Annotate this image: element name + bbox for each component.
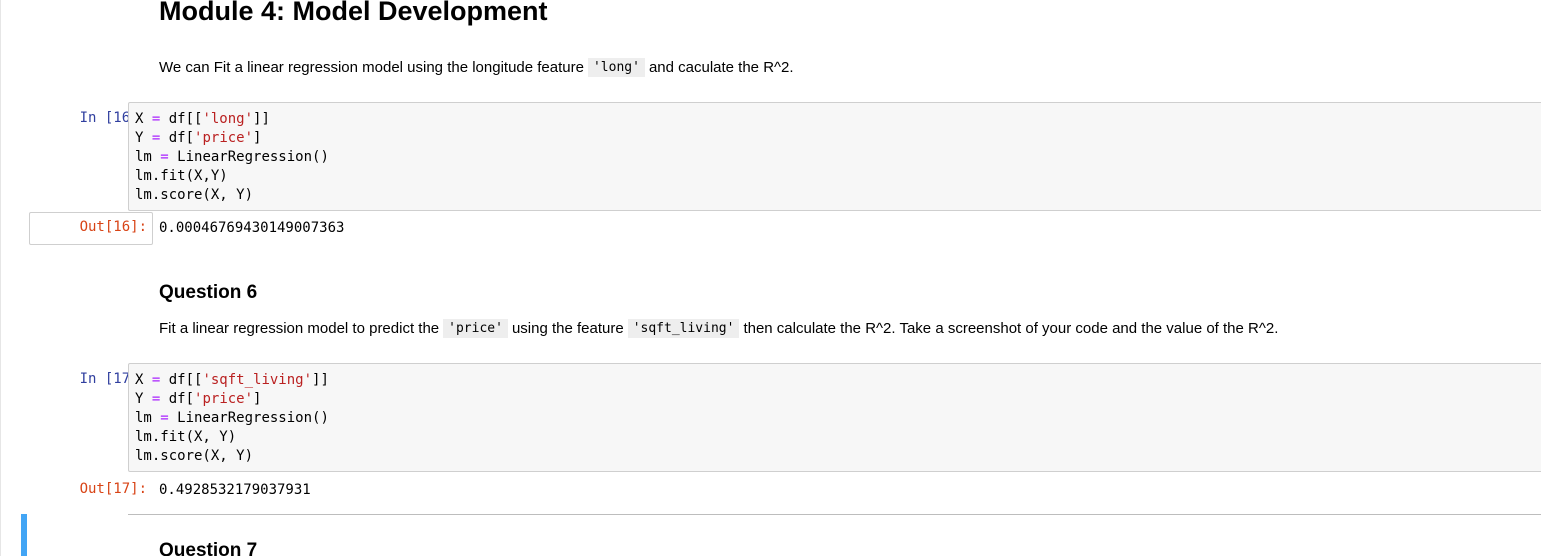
output-value-17: 0.4928532179037931	[159, 482, 311, 498]
module-heading: Module 4: Model Development	[159, 0, 548, 26]
selected-cell-indicator	[21, 514, 27, 556]
out-prompt-16: Out[16]:	[79, 219, 147, 235]
cell-separator	[128, 514, 1541, 515]
code-line: lm = LinearRegression()	[135, 149, 329, 165]
notebook-page: Module 4: Model Development We can Fit a…	[0, 0, 1541, 556]
in-prompt-17: In [17]:	[79, 371, 147, 387]
output-value-16: 0.00046769430149007363	[159, 220, 345, 236]
code-input-17[interactable]: X = df[['sqft_living']] Y = df['price'] …	[128, 363, 1541, 472]
inline-code-long: 'long'	[587, 58, 645, 77]
md-text-before: We can Fit a linear regression model usi…	[159, 59, 584, 76]
code-line: lm.fit(X,Y)	[135, 168, 228, 184]
code-line: X = df[['sqft_living']]	[135, 372, 329, 388]
code-line: lm.score(X, Y)	[135, 448, 254, 464]
question-6-title: Question 6	[159, 282, 258, 303]
code-line: Y = df['price']	[135, 130, 262, 146]
md-text-after: and caculate the R^2.	[648, 59, 794, 76]
in-prompt-16: In [16]:	[79, 110, 147, 126]
q6-text-after: then calculate the R^2. Take a screensho…	[743, 320, 1279, 337]
code-line: lm.score(X, Y)	[135, 187, 254, 203]
question-7-title[interactable]: Question 7	[159, 540, 257, 556]
q6-text-middle: using the feature	[511, 320, 624, 337]
markdown-cell-intro: We can Fit a linear regression model usi…	[159, 58, 794, 77]
q6-text-before: Fit a linear regression model to predict…	[159, 320, 440, 337]
code-line: lm.fit(X, Y)	[135, 429, 237, 445]
out-prompt-17: Out[17]:	[79, 481, 147, 497]
inline-code-price: 'price'	[443, 319, 508, 338]
inline-code-sqft-living: 'sqft_living'	[627, 319, 740, 338]
code-line: lm = LinearRegression()	[135, 410, 329, 426]
code-line: X = df[['long']]	[135, 111, 270, 127]
code-input-16[interactable]: X = df[['long']] Y = df['price'] lm = Li…	[128, 102, 1541, 211]
markdown-cell-question-6: Fit a linear regression model to predict…	[159, 319, 1278, 338]
code-line: Y = df['price']	[135, 391, 262, 407]
